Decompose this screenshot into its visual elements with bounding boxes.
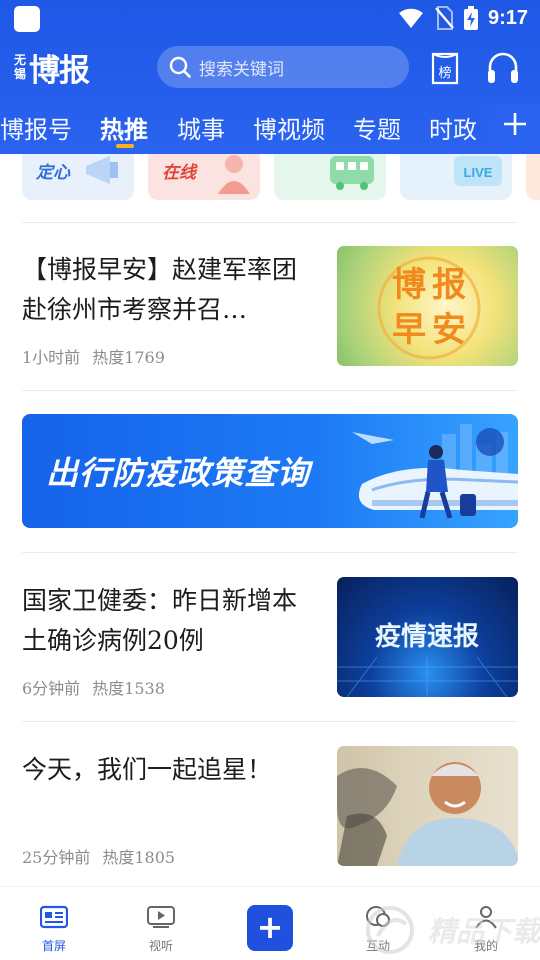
bus-icon [330,156,374,190]
headphones-icon[interactable] [486,50,520,86]
app-header: 9:17 无 锡 博报 搜索关键词 榜 博报号 热推 城事 博视频 专题 时政 [0,0,540,154]
app-notification-icon [14,6,40,32]
article-thumbnail: 疫情速报 [337,577,518,697]
category-tabs: 博报号 热推 城事 博视频 专题 时政 [0,104,540,152]
quick-link-more[interactable] [526,154,540,200]
no-sim-icon [435,6,454,30]
article-meta: 6分钟前 热度1538 [22,675,165,699]
active-tab-indicator [116,144,134,148]
news-item[interactable]: 国家卫健委：昨日新增本土确诊病例20例 6分钟前 热度1538 疫情速报 [22,577,518,699]
svg-text:博: 博 [392,265,426,305]
publish-button[interactable]: + [247,905,293,951]
svg-text:安: 安 [432,310,466,350]
logo-text: 博报 [29,52,90,89]
nav-home[interactable]: 首屏 [14,887,94,960]
nav-profile[interactable]: 我的 [446,887,526,960]
quick-link-bus[interactable] [274,154,386,200]
nav-home-label: 首屏 [41,939,66,953]
user-icon [475,906,497,929]
news-icon [40,905,68,929]
add-channel-button[interactable] [476,104,540,152]
article-heat: 热度1805 [102,848,176,867]
video-play-icon [147,906,175,928]
tab-politics[interactable]: 时政 [429,110,477,145]
divider [22,390,518,391]
article-title: 今天，我们一起追星！ [22,755,273,784]
tab-topics[interactable]: 专题 [353,110,401,145]
article-heat: 热度1538 [92,679,165,698]
svg-text:疫情速报: 疫情速报 [375,621,479,652]
article-title: 国家卫健委：昨日新增本土确诊病例20例 [22,586,298,655]
tab-bobao-hao[interactable]: 博报号 [0,110,72,145]
nav-interact-label: 互动 [365,939,390,953]
status-bar: 9:17 [0,0,540,36]
battery-charging-icon [463,6,478,30]
search-placeholder: 搜索关键词 [199,59,284,80]
article-meta: 25分钟前 热度1805 [22,844,175,868]
search-input[interactable]: 搜索关键词 [157,46,409,88]
bottom-navigation: 首屏 视听 + 互动 我的 [0,886,540,960]
news-item[interactable]: 今天，我们一起追星！ 25分钟前 热度1805 [22,746,518,868]
svg-text:早: 早 [392,310,426,350]
epidemic-report-graphic: 疫情速报 [337,621,518,697]
article-time: 6分钟前 [22,679,81,698]
svg-text:报: 报 [432,265,466,305]
article-time: 1小时前 [22,348,81,367]
divider [22,222,518,223]
logo-city: 无 锡 [14,53,27,81]
article-heat: 热度1769 [92,348,165,367]
tab-hot[interactable]: 热推 [100,110,148,145]
doctor-icon [218,155,250,194]
nav-profile-label: 我的 [473,939,498,953]
app-logo[interactable]: 无 锡 博报 [14,44,90,90]
divider [22,721,518,722]
interaction-icon [366,906,390,927]
travel-policy-banner[interactable]: 出行防疫政策查询 [22,414,518,528]
quick-link-live[interactable]: LIVE [400,154,512,200]
ranking-icon[interactable]: 榜 [430,50,460,86]
article-time: 25分钟前 [22,848,91,867]
nav-video-label: 视听 [148,939,173,953]
nav-video[interactable]: 视听 [121,887,201,960]
live-tv-icon: LIVE [454,156,502,186]
wifi-icon [398,8,423,29]
divider [22,552,518,553]
banner-title: 出行防疫政策查询 [46,454,311,492]
bobao-morning-graphic: 博 报 早 安 [377,256,481,360]
plus-icon [504,113,526,135]
article-thumbnail [337,746,518,866]
clock: 9:17 [487,6,528,29]
article-thumbnail: 博 报 早 安 [337,246,518,366]
quick-link-zaixian[interactable]: 在线 [148,154,260,200]
portrait-photo [337,762,518,866]
tab-city[interactable]: 城事 [177,110,225,145]
article-meta: 1小时前 热度1769 [22,344,165,368]
svg-text:LIVE: LIVE [464,165,493,180]
megaphone-icon [86,156,118,184]
tab-video[interactable]: 博视频 [253,110,325,145]
quick-links: 定心 在线 LIVE [22,154,540,200]
news-item[interactable]: 【博报早安】赵建军率团赴徐州市考察并召… 1小时前 热度1769 博 报 早 安 [22,246,518,368]
ranking-icon-glyph: 榜 [438,65,451,81]
article-title: 【博报早安】赵建军率团赴徐州市考察并召… [22,255,298,324]
quick-link-dingxin[interactable]: 定心 [22,154,134,200]
nav-interact[interactable]: 互动 [338,887,418,960]
status-icons: 9:17 [398,5,528,31]
search-icon [169,56,191,78]
